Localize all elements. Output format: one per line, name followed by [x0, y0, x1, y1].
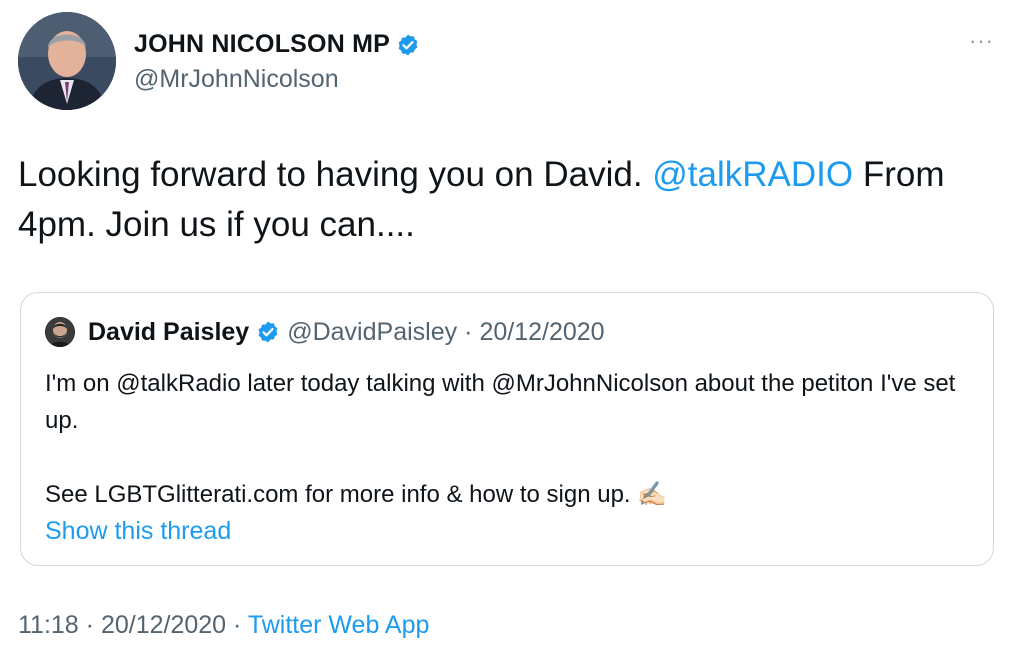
quoted-tweet[interactable]: David Paisley @DavidPaisley · 20/12/2020 I…: [20, 292, 994, 566]
author-name[interactable]: JOHN NICOLSON MP: [134, 30, 390, 59]
author-name-row[interactable]: JOHN NICOLSON MP: [134, 30, 420, 59]
mention-link[interactable]: @talkRADIO: [652, 155, 853, 194]
author-avatar[interactable]: [18, 12, 116, 110]
tweet-date[interactable]: 20/12/2020: [101, 611, 226, 639]
quoted-separator: ·: [464, 317, 473, 346]
quoted-tweet-header: David Paisley @DavidPaisley · 20/12/2020: [45, 317, 605, 347]
tweet-meta: 11:18 · 20/12/2020 · Twitter Web App: [18, 611, 429, 640]
tweet: JOHN NICOLSON MP @MrJohnNicolson ··· Loo…: [0, 0, 1024, 660]
tweet-source-link[interactable]: Twitter Web App: [248, 611, 430, 639]
quoted-verified-badge-icon: [256, 320, 280, 344]
writing-hand-icon: ✍🏻: [637, 481, 668, 508]
quoted-text-line: See LGBTGlitterati.com for more info & h…: [45, 476, 975, 513]
quoted-text-line-2: See LGBTGlitterati.com for more info & h…: [45, 481, 631, 508]
quoted-author-name: David Paisley: [88, 317, 250, 346]
meta-separator: ·: [226, 611, 248, 639]
tweet-text: Looking forward to having you on David. …: [18, 150, 998, 250]
quoted-author-avatar: [45, 317, 75, 347]
tweet-text-start: Looking forward to having you on David.: [18, 155, 653, 194]
meta-separator: ·: [78, 611, 101, 639]
show-thread-link[interactable]: Show this thread: [45, 517, 231, 546]
verified-badge-icon: [396, 33, 420, 57]
more-options-icon[interactable]: ···: [969, 30, 994, 52]
quoted-author-handle: @DavidPaisley: [287, 317, 458, 346]
author-handle[interactable]: @MrJohnNicolson: [134, 65, 339, 94]
tweet-time[interactable]: 11:18: [18, 611, 79, 639]
quoted-date: 20/12/2020: [479, 317, 605, 346]
quoted-tweet-text: I'm on @talkRadio later today talking wi…: [45, 365, 975, 513]
quoted-text-line: I'm on @talkRadio later today talking wi…: [45, 370, 956, 434]
